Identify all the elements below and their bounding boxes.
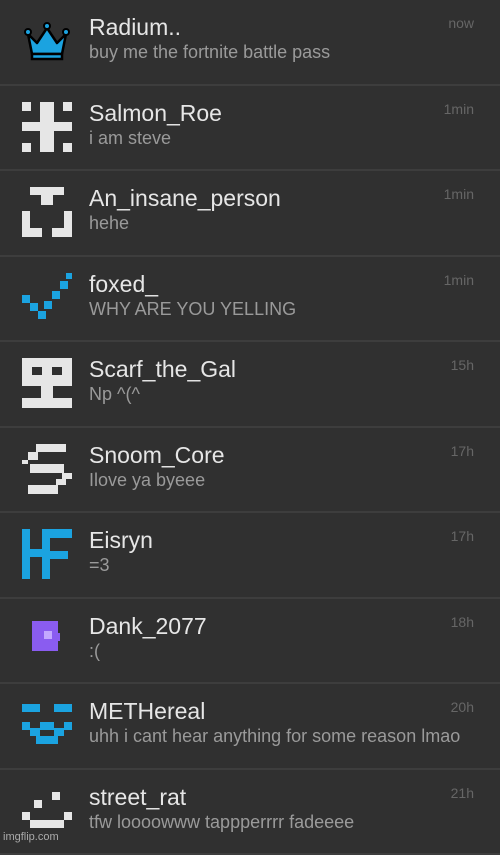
crown-icon xyxy=(22,16,72,66)
chat-message: uhh i cant hear anything for some reason… xyxy=(89,725,475,747)
chat-name: Eisryn xyxy=(89,526,153,554)
chat-row[interactable]: Radium.. buy me the fortnite battle pass… xyxy=(0,0,500,86)
chat-time: 17h xyxy=(451,527,474,545)
pixel-face-icon xyxy=(22,187,72,237)
chat-name: Radium.. xyxy=(89,13,181,41)
chat-list: Radium.. buy me the fortnite battle pass… xyxy=(0,0,500,855)
chat-message: =3 xyxy=(89,554,475,576)
chat-message: :( xyxy=(89,640,475,662)
chat-name: Dank_2077 xyxy=(89,612,207,640)
chat-name: METHereal xyxy=(89,697,205,725)
pixel-grin-icon xyxy=(22,786,72,836)
pixel-s-icon xyxy=(22,444,72,494)
chat-message: i am steve xyxy=(89,127,475,149)
chat-time: 1min xyxy=(444,100,474,118)
chat-row[interactable]: Eisryn =3 17h xyxy=(0,513,500,599)
chat-name: Scarf_the_Gal xyxy=(89,355,236,383)
pixel-robot-icon xyxy=(22,358,72,408)
chat-row[interactable]: Scarf_the_Gal Np ^(^ 15h xyxy=(0,342,500,428)
chat-name: Salmon_Roe xyxy=(89,99,222,127)
chat-message: tfw loooowww tappperrrr fadeeee xyxy=(89,811,475,833)
chat-row[interactable]: An_insane_person hehe 1min xyxy=(0,171,500,257)
chat-time: 1min xyxy=(444,185,474,203)
chat-message: buy me the fortnite battle pass xyxy=(89,41,475,63)
chat-name: An_insane_person xyxy=(89,184,281,212)
checkmark-icon xyxy=(22,273,72,323)
pixel-hash-icon xyxy=(22,102,72,152)
chat-time: 15h xyxy=(451,356,474,374)
chat-row[interactable]: Dank_2077 :( 18h xyxy=(0,599,500,685)
chat-time: now xyxy=(448,14,474,32)
chat-time: 21h xyxy=(451,784,474,802)
chat-row[interactable]: Snoom_Core Ilove ya byeee 17h xyxy=(0,428,500,514)
chat-message: hehe xyxy=(89,212,475,234)
chat-name: Snoom_Core xyxy=(89,441,225,469)
chat-time: 20h xyxy=(451,698,474,716)
chat-time: 1min xyxy=(444,271,474,289)
chat-row[interactable]: foxed_ WHY ARE YOU YELLING 1min xyxy=(0,257,500,343)
chat-time: 17h xyxy=(451,442,474,460)
chat-message: WHY ARE YOU YELLING xyxy=(89,298,475,320)
watermark: imgflip.com xyxy=(3,831,59,843)
chat-row[interactable]: METHereal uhh i cant hear anything for s… xyxy=(0,684,500,770)
chat-message: Ilove ya byeee xyxy=(89,469,475,491)
chat-row[interactable]: street_rat tfw loooowww tappperrrr fadee… xyxy=(0,770,500,855)
pixel-smile-icon xyxy=(22,700,72,750)
chat-message: Np ^(^ xyxy=(89,383,475,405)
chat-time: 18h xyxy=(451,613,474,631)
chat-name: street_rat xyxy=(89,783,186,811)
chat-row[interactable]: Salmon_Roe i am steve 1min xyxy=(0,86,500,172)
hf-letters-icon xyxy=(22,529,72,579)
purple-square-icon xyxy=(22,615,72,665)
chat-name: foxed_ xyxy=(89,270,158,298)
